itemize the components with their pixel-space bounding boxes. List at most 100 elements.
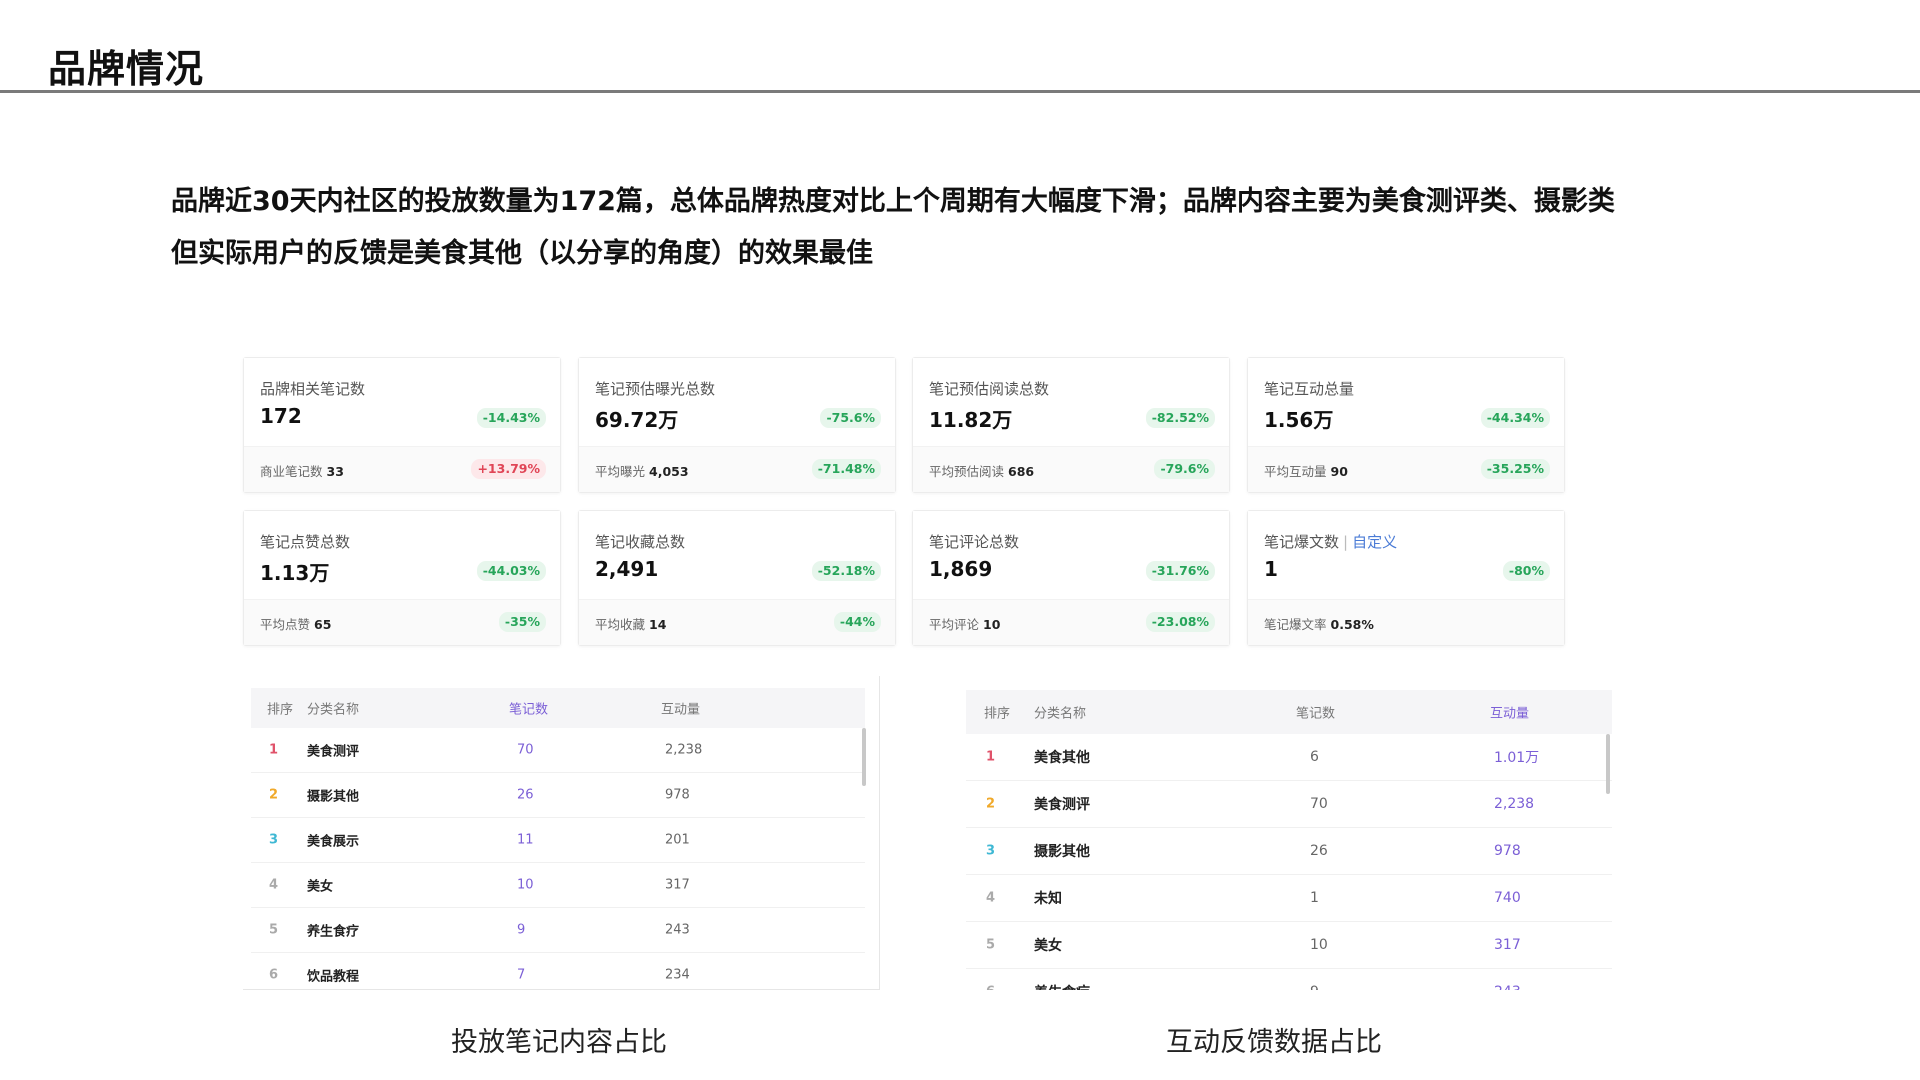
- notes-count: 9: [1310, 984, 1319, 990]
- table-header: 排序 分类名称 笔记数 互动量: [966, 690, 1612, 734]
- metric-label: 笔记点赞总数: [260, 533, 351, 551]
- customize-link[interactable]: 自定义: [1352, 533, 1397, 551]
- interaction-count: 978: [1494, 843, 1521, 859]
- left-table-caption: 投放笔记内容占比: [451, 1027, 667, 1058]
- header-notes-sorted[interactable]: 笔记数: [509, 699, 548, 718]
- table-row[interactable]: 6 养生食疗 9 243: [966, 969, 1612, 990]
- rank-number: 2: [986, 796, 996, 812]
- notes-count: 10: [1310, 937, 1328, 953]
- category-name: 美食测评: [307, 744, 360, 760]
- summary-line-2: 但实际用户的反馈是美食其他（以分享的角度）的效果最佳: [171, 238, 873, 269]
- interaction-count: 740: [1494, 890, 1521, 906]
- metric-value: 69.72万: [595, 408, 679, 432]
- rank-number: 3: [269, 832, 279, 848]
- sub-change-badge: -23.08%: [1145, 612, 1215, 632]
- notes-count: 70: [1310, 796, 1328, 812]
- table-row[interactable]: 6 饮品教程 7 234: [251, 953, 865, 989]
- interaction-count: 243: [665, 922, 690, 938]
- interaction-category-table: 排序 分类名称 笔记数 互动量 1 美食其他 6 1.01万 2 美食测评 70 2,238 3…: [966, 690, 1612, 990]
- header-category: 分类名称: [1034, 706, 1087, 722]
- change-badge: -31.76%: [1145, 561, 1215, 581]
- metric-card-exposure[interactable]: 笔记预估曝光总数 69.72万 -75.6% 平均曝光 4,053 -71.48%: [578, 357, 896, 493]
- category-name: 美女: [1034, 938, 1062, 954]
- rank-number: 6: [986, 985, 995, 991]
- sub-change-badge: -35%: [498, 612, 546, 632]
- category-name: 美食测评: [1034, 797, 1090, 813]
- notes-count: 26: [517, 787, 534, 803]
- header-interactions-sorted[interactable]: 互动量: [1490, 703, 1529, 722]
- sub-metric: 平均点赞 65: [260, 617, 332, 632]
- notes-count: 26: [1310, 843, 1328, 859]
- sub-change-badge: -71.48%: [811, 459, 881, 479]
- table-body: 1 美食其他 6 1.01万 2 美食测评 70 2,238 3 摄影其他 26 978 4 未知 1 740…: [966, 734, 1612, 990]
- metric-label: 笔记互动总量: [1264, 380, 1355, 398]
- notes-count: 11: [517, 832, 534, 848]
- table-row[interactable]: 5 养生食疗 9 243: [251, 908, 865, 953]
- sub-metric: 商业笔记数 33: [260, 464, 344, 479]
- metric-card-interactions[interactable]: 笔记互动总量 1.56万 -44.34% 平均互动量 90 -35.25%: [1247, 357, 1565, 493]
- content-category-table: 排序 分类名称 笔记数 互动量 1 美食测评 70 2,238 2 摄影其他 26 978 3 美…: [243, 676, 880, 990]
- sub-metric: 平均评论 10: [929, 617, 1001, 632]
- scrollbar[interactable]: [1606, 734, 1610, 794]
- rank-number: 3: [986, 843, 996, 859]
- category-name: 养生食疗: [307, 924, 360, 940]
- metric-card-favorites[interactable]: 笔记收藏总数 2,491 -52.18% 平均收藏 14 -44%: [578, 510, 896, 646]
- rank-number: 5: [269, 922, 279, 938]
- header-interactions[interactable]: 互动量: [661, 699, 700, 718]
- category-name: 美食展示: [307, 834, 360, 850]
- table-row[interactable]: 1 美食测评 70 2,238: [251, 728, 865, 773]
- change-badge: -75.6%: [820, 408, 881, 428]
- interaction-count: 978: [665, 787, 690, 803]
- header-category: 分类名称: [307, 702, 360, 718]
- table-row[interactable]: 4 未知 1 740: [966, 875, 1612, 922]
- sub-change-badge: -44%: [833, 612, 881, 632]
- metric-card-likes[interactable]: 笔记点赞总数 1.13万 -44.03% 平均点赞 65 -35%: [243, 510, 561, 646]
- sub-metric: 平均曝光 4,053: [595, 464, 689, 479]
- table-row[interactable]: 2 美食测评 70 2,238: [966, 781, 1612, 828]
- table-row[interactable]: 2 摄影其他 26 978: [251, 773, 865, 818]
- metric-label: 品牌相关笔记数: [260, 380, 366, 398]
- right-table-caption: 互动反馈数据占比: [1166, 1027, 1382, 1058]
- metric-card-viral-notes[interactable]: 笔记爆文数 | 自定义 1 -80% 笔记爆文率 0.58%: [1247, 510, 1565, 646]
- rank-number: 4: [269, 877, 279, 893]
- table-body: 1 美食测评 70 2,238 2 摄影其他 26 978 3 美食展示 11 201 4 美女 10 317…: [251, 728, 865, 989]
- metric-card-brand-notes[interactable]: 品牌相关笔记数 172 -14.43% 商业笔记数 33 +13.79%: [243, 357, 561, 493]
- title-divider: [0, 90, 1920, 93]
- table-row[interactable]: 3 美食展示 11 201: [251, 818, 865, 863]
- table-row[interactable]: 5 美女 10 317: [966, 922, 1612, 969]
- notes-count: 9: [517, 922, 526, 938]
- table-row[interactable]: 4 美女 10 317: [251, 863, 865, 908]
- category-name: 未知: [1034, 891, 1062, 907]
- metric-value: 11.82万: [929, 408, 1013, 432]
- metric-value: 1: [1264, 557, 1278, 581]
- header-rank: 排序: [984, 706, 1011, 722]
- category-name: 饮品教程: [307, 969, 360, 985]
- rank-number: 1: [269, 742, 279, 758]
- interaction-count: 317: [1494, 937, 1521, 953]
- metric-label: 笔记评论总数: [929, 533, 1020, 551]
- metric-value: 1,869: [929, 557, 993, 581]
- sub-metric: 平均预估阅读 686: [929, 464, 1035, 479]
- metric-card-comments[interactable]: 笔记评论总数 1,869 -31.76% 平均评论 10 -23.08%: [912, 510, 1230, 646]
- rank-number: 1: [986, 749, 996, 765]
- change-badge: -44.03%: [476, 561, 546, 581]
- scrollbar[interactable]: [862, 728, 866, 786]
- sub-metric: 平均互动量 90: [1264, 464, 1348, 479]
- notes-count: 10: [517, 877, 534, 893]
- notes-count: 7: [517, 967, 526, 983]
- metric-label: 笔记爆文数 | 自定义: [1264, 533, 1398, 551]
- category-name: 摄影其他: [1034, 844, 1090, 860]
- table-row[interactable]: 3 摄影其他 26 978: [966, 828, 1612, 875]
- rank-number: 6: [269, 967, 279, 983]
- category-name: 美女: [307, 879, 334, 895]
- change-badge: -44.34%: [1480, 408, 1550, 428]
- metric-card-reads[interactable]: 笔记预估阅读总数 11.82万 -82.52% 平均预估阅读 686 -79.6%: [912, 357, 1230, 493]
- notes-count: 6: [1310, 749, 1319, 765]
- summary-line-1: 品牌近30天内社区的投放数量为172篇，总体品牌热度对比上个周期有大幅度下滑；品…: [171, 186, 1615, 217]
- table-header: 排序 分类名称 笔记数 互动量: [251, 688, 865, 728]
- sub-change-badge: -79.6%: [1154, 459, 1215, 479]
- change-badge: -52.18%: [811, 561, 881, 581]
- table-row[interactable]: 1 美食其他 6 1.01万: [966, 734, 1612, 781]
- header-notes[interactable]: 笔记数: [1296, 703, 1335, 722]
- metric-label: 笔记预估阅读总数: [929, 380, 1050, 398]
